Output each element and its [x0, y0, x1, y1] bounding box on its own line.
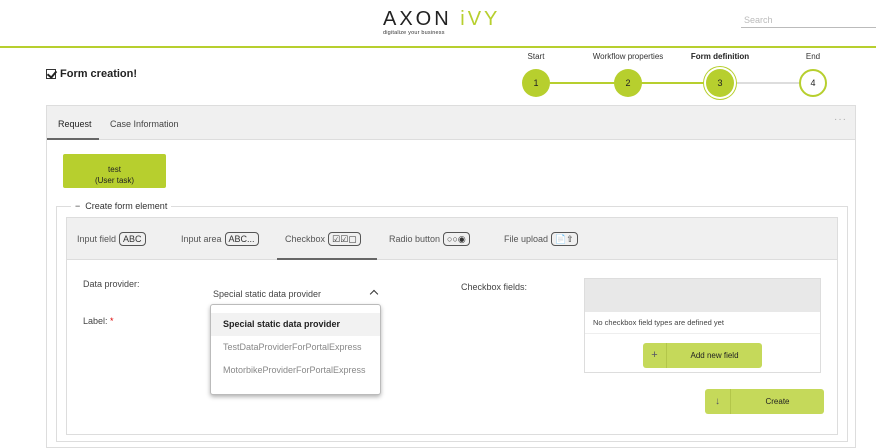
element-tab-label: File upload — [504, 234, 549, 244]
radio-button-icon: ○○◉ — [443, 232, 470, 246]
input-area-icon: ABC... — [224, 232, 259, 246]
logo-main-text: AXON — [383, 8, 452, 30]
user-task-type: (User task) — [94, 175, 135, 185]
dropdown-option[interactable]: Special static data provider — [211, 313, 380, 336]
table-header — [585, 279, 820, 312]
step-label-workflow-properties: Workflow properties — [592, 52, 664, 61]
checkbox-fields-label: Checkbox fields: — [461, 282, 528, 292]
element-tab-radio-button[interactable]: Radio button ○○◉ — [389, 232, 470, 246]
add-new-field-label: Add new field — [690, 351, 739, 360]
label-field-label: Label: * — [83, 316, 114, 326]
tab-case-information[interactable]: Case Information — [110, 119, 179, 129]
collapse-icon[interactable]: − — [75, 201, 80, 211]
input-field-icon: ABC — [119, 232, 146, 246]
step-label-form-definition: Form definition — [690, 52, 750, 61]
section-legend[interactable]: − Create form element — [71, 201, 172, 211]
user-task-name: test — [108, 164, 121, 174]
tab-request[interactable]: Request — [58, 119, 92, 129]
section-legend-text: Create form element — [85, 201, 168, 211]
step-4[interactable]: 4 — [799, 69, 827, 97]
arrow-down-icon: ↓ — [705, 389, 731, 414]
checkbox-fields-table: No checkbox field types are defined yet … — [584, 278, 821, 373]
element-tab-input-field[interactable]: Input field ABC — [77, 232, 146, 246]
app-header: AXON iVY digitalize your business — [0, 0, 876, 48]
form-element-panel: Input field ABC Input area ABC... Checkb… — [66, 217, 838, 435]
step-1[interactable]: 1 — [522, 69, 550, 97]
step-label-start: Start — [527, 52, 545, 61]
element-tab-file-upload[interactable]: File upload 📄⇧ — [504, 232, 578, 246]
element-tab-checkbox[interactable]: Checkbox ☑☑▢ — [285, 232, 361, 246]
element-tab-label: Checkbox — [285, 234, 326, 244]
element-tab-label: Input area — [181, 234, 222, 244]
workflow-stepper: Start 1 Workflow properties 2 Form defin… — [500, 50, 860, 100]
tab-bar: Request Case Information ··· — [47, 106, 855, 140]
axon-ivy-logo[interactable]: AXON iVY digitalize your business — [383, 9, 500, 36]
dropdown-option[interactable]: TestDataProviderForPortalExpress — [211, 336, 380, 359]
file-upload-icon: 📄⇧ — [551, 232, 578, 246]
logo-tagline: digitalize your business — [383, 30, 445, 36]
main-panel: Request Case Information ··· test (User … — [46, 105, 856, 448]
chevron-up-icon — [369, 289, 379, 299]
dropdown-option[interactable]: MotorbikeProviderForPortalExpress — [211, 359, 380, 382]
element-tab-input-area[interactable]: Input area ABC... — [181, 232, 259, 246]
add-new-field-button[interactable]: + Add new field — [643, 343, 762, 368]
element-type-tabs: Input field ABC Input area ABC... Checkb… — [67, 218, 837, 260]
user-task-button[interactable]: test (User task) — [63, 154, 166, 188]
search-input[interactable] — [741, 12, 876, 28]
data-provider-selected-value: Special static data provider — [213, 289, 322, 299]
logo-wordmark: AXON iVY — [383, 9, 500, 29]
plus-icon: + — [643, 343, 667, 368]
checkbox-checked-icon — [46, 69, 56, 79]
create-button[interactable]: ↓ Create — [705, 389, 824, 414]
data-provider-select[interactable]: Special static data provider — [213, 284, 383, 304]
step-label-end: End — [805, 52, 821, 61]
active-element-tab-indicator — [277, 258, 377, 260]
create-button-label: Create — [765, 397, 790, 406]
label-text: Label: — [83, 316, 108, 326]
more-options-icon[interactable]: ··· — [834, 114, 847, 125]
active-tab-indicator — [47, 138, 99, 140]
checkbox-icon: ☑☑▢ — [328, 232, 361, 246]
data-provider-dropdown-menu: Special static data provider TestDataPro… — [210, 304, 381, 395]
element-tab-label: Radio button — [389, 234, 441, 244]
empty-table-message: No checkbox field types are defined yet — [585, 312, 820, 334]
page-title-text: Form creation! — [60, 68, 138, 80]
element-tab-label: Input field — [77, 234, 117, 244]
page-title: Form creation! — [46, 68, 137, 80]
data-provider-label: Data provider: — [83, 279, 140, 289]
step-3[interactable]: 3 — [706, 69, 734, 97]
step-2[interactable]: 2 — [614, 69, 642, 97]
required-indicator: * — [110, 316, 114, 326]
logo-accent-text: iVY — [460, 8, 501, 30]
create-form-element-section: − Create form element Input field ABC In… — [56, 201, 848, 442]
